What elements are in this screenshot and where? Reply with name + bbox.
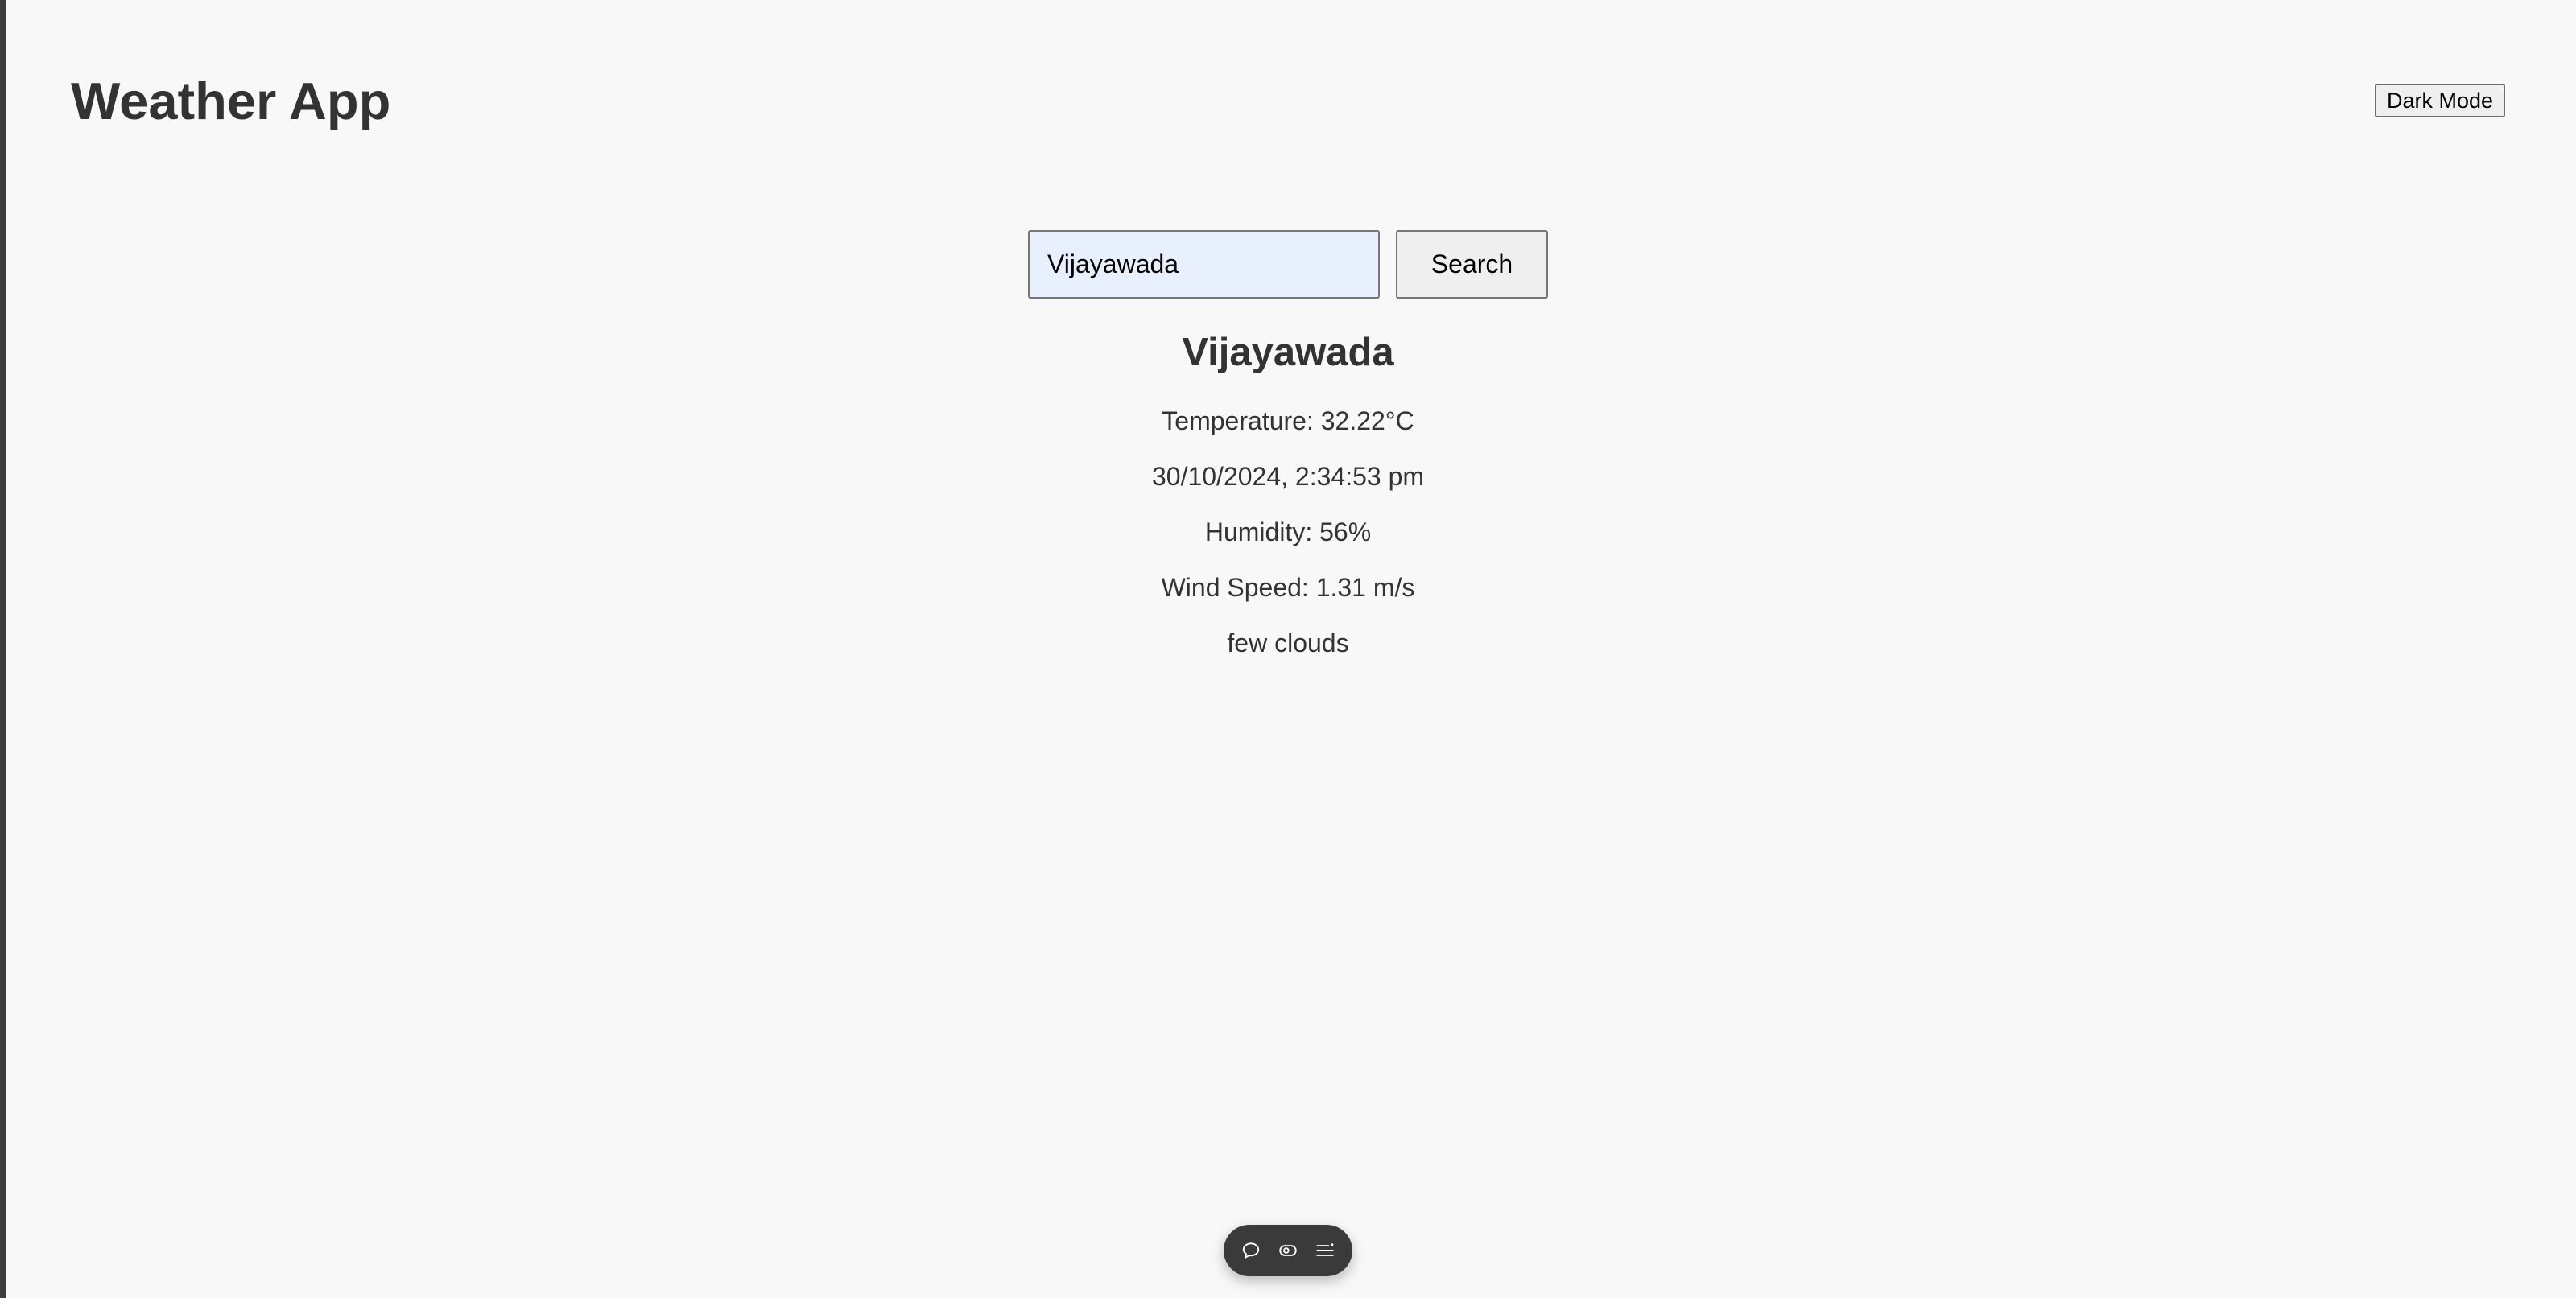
window-left-border [0,0,6,1298]
view-button[interactable] [1272,1234,1304,1267]
city-name: Vijayawada [1182,331,1394,374]
eye-icon [1279,1245,1297,1256]
city-search-input[interactable] [1028,230,1380,299]
weather-description: few clouds [1227,628,1349,657]
dark-mode-button[interactable]: Dark Mode [2375,84,2505,117]
wind-speed-text: Wind Speed: 1.31 m/s [1161,573,1415,602]
comment-button[interactable] [1235,1234,1267,1267]
app-title: Weather App [71,72,391,130]
datetime-text: 30/10/2024, 2:34:53 pm [1151,462,1425,491]
comment-icon [1242,1242,1260,1259]
floating-toolbar [1224,1225,1352,1276]
humidity-text: Humidity: 56% [1204,517,1372,546]
search-button[interactable]: Search [1396,230,1548,299]
menu-icon [1316,1243,1334,1256]
menu-button[interactable] [1309,1234,1341,1267]
temperature-text: Temperature: 32.22°C [1162,406,1414,435]
